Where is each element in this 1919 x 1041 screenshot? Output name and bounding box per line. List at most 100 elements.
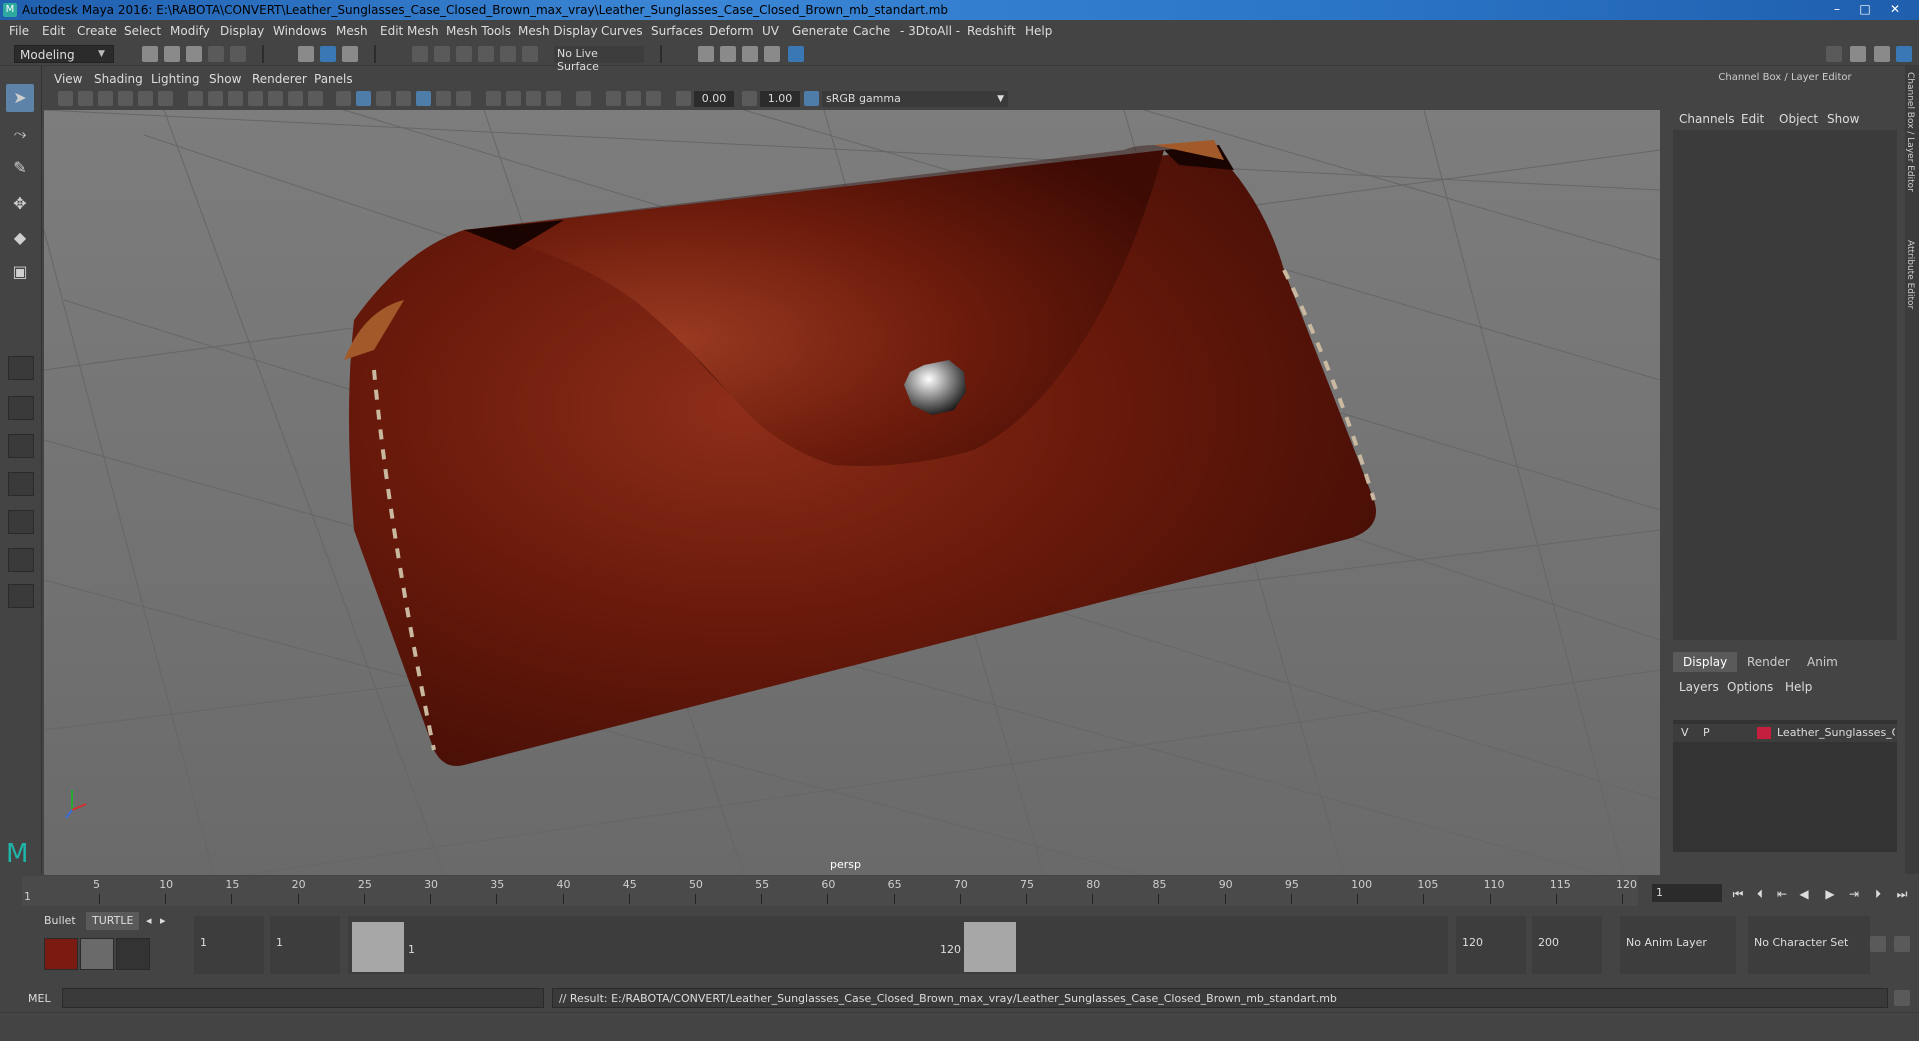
- ipr-render-icon[interactable]: [720, 46, 736, 62]
- shelf-tab-bullet[interactable]: Bullet: [38, 912, 82, 930]
- menu-uv[interactable]: UV: [762, 24, 779, 38]
- current-frame-field[interactable]: 1: [1652, 884, 1722, 902]
- redo-icon[interactable]: [230, 46, 246, 62]
- snap-curve-icon[interactable]: [434, 46, 450, 62]
- viewport-menu-renderer[interactable]: Renderer: [252, 72, 307, 86]
- render-frame-icon[interactable]: [698, 46, 714, 62]
- layer-color-swatch[interactable]: [1757, 727, 1771, 739]
- script-language-label[interactable]: MEL: [28, 992, 51, 1005]
- character-set-dropdown[interactable]: No Character Set: [1748, 916, 1870, 974]
- safe-action-icon[interactable]: [288, 91, 303, 106]
- tab-anim[interactable]: Anim: [1797, 652, 1848, 672]
- smooth-shade-icon[interactable]: [356, 91, 371, 106]
- rotate-tool-icon[interactable]: ◆: [6, 224, 34, 252]
- le-menu-layers[interactable]: Layers: [1679, 680, 1719, 694]
- menu-curves[interactable]: Curves: [601, 24, 643, 38]
- menu-cache[interactable]: Cache: [853, 24, 890, 38]
- select-tool-icon[interactable]: ➤: [6, 84, 34, 112]
- playback-start-field[interactable]: 1: [270, 916, 340, 974]
- snap-grid-icon[interactable]: [412, 46, 428, 62]
- viewport-menu-lighting[interactable]: Lighting: [151, 72, 200, 86]
- persp-outliner-layout-icon[interactable]: [8, 472, 34, 496]
- menu-generate[interactable]: Generate: [792, 24, 848, 38]
- range-start-handle[interactable]: [352, 922, 404, 972]
- channel-box-toggle-icon[interactable]: [1896, 46, 1912, 62]
- mel-input[interactable]: [62, 988, 544, 1008]
- step-forward-key-icon[interactable]: ⇥: [1846, 886, 1862, 902]
- turtle-bake-icon[interactable]: [80, 938, 114, 970]
- menu-display[interactable]: Display: [220, 24, 264, 38]
- play-backward-icon[interactable]: ◀: [1796, 886, 1812, 902]
- undo-icon[interactable]: [208, 46, 224, 62]
- safe-title-icon[interactable]: [308, 91, 323, 106]
- tab-display[interactable]: Display: [1673, 652, 1738, 672]
- grease-pencil-icon[interactable]: [158, 91, 173, 106]
- persp-graph-layout-icon[interactable]: [8, 510, 34, 534]
- layer-row[interactable]: V P Leather_Sunglasses_Case: [1673, 724, 1897, 742]
- step-forward-icon[interactable]: ⏵: [1870, 886, 1886, 902]
- menu-create[interactable]: Create: [77, 24, 117, 38]
- camera-icon[interactable]: [58, 91, 73, 106]
- viewport-menu-view[interactable]: View: [54, 72, 82, 86]
- snap-live-icon[interactable]: [522, 46, 538, 62]
- range-slider-track[interactable]: 1 120: [348, 916, 1448, 974]
- viewport-menu-panels[interactable]: Panels: [314, 72, 353, 86]
- viewport-menu-shading[interactable]: Shading: [94, 72, 143, 86]
- wireframe-icon[interactable]: [336, 91, 351, 106]
- menu-windows[interactable]: Windows: [273, 24, 327, 38]
- menu-redshift[interactable]: Redshift: [967, 24, 1016, 38]
- camera-attributes-icon[interactable]: [78, 91, 93, 106]
- single-view-layout-icon[interactable]: [8, 356, 34, 380]
- playback-end-field[interactable]: 120: [1456, 916, 1526, 974]
- outliner-icon[interactable]: [1874, 46, 1890, 62]
- side-tab-attribute-editor[interactable]: Attribute Editor: [1905, 240, 1915, 309]
- shelf-scroll-right-icon[interactable]: ▸: [154, 912, 172, 930]
- snap-view-icon[interactable]: [478, 46, 494, 62]
- toolbox-collapse-icon[interactable]: [8, 584, 34, 608]
- le-menu-options[interactable]: Options: [1727, 680, 1773, 694]
- side-tab-channel-box[interactable]: Channel Box / Layer Editor: [1905, 72, 1915, 192]
- gamma-field[interactable]: 1.00: [760, 91, 800, 107]
- tab-render[interactable]: Render: [1737, 652, 1800, 672]
- four-view-layout-icon[interactable]: [8, 396, 34, 420]
- cb-menu-show[interactable]: Show: [1827, 112, 1859, 126]
- perspective-viewport[interactable]: persp: [44, 110, 1660, 875]
- anti-aliasing-icon[interactable]: [646, 91, 661, 106]
- close-button[interactable]: ✕: [1882, 1, 1908, 18]
- viewport-menu-show[interactable]: Show: [209, 72, 241, 86]
- lasso-tool-icon[interactable]: ⤳: [6, 120, 34, 148]
- color-management-icon[interactable]: [804, 91, 819, 106]
- textured-icon[interactable]: [416, 91, 431, 106]
- go-to-end-icon[interactable]: ⏭: [1894, 886, 1910, 902]
- script-editor-icon[interactable]: [1894, 990, 1910, 1006]
- menu-modify[interactable]: Modify: [170, 24, 210, 38]
- menu-mesh[interactable]: Mesh: [336, 24, 368, 38]
- layer-visibility-toggle[interactable]: V: [1681, 726, 1689, 739]
- wireframe-on-shaded-icon[interactable]: [396, 91, 411, 106]
- grid-toggle-icon[interactable]: [188, 91, 203, 106]
- motion-blur-icon[interactable]: [626, 91, 641, 106]
- color-space-dropdown[interactable]: sRGB gamma ▼: [822, 91, 1008, 107]
- anim-prefs-icon[interactable]: [1894, 936, 1910, 952]
- le-menu-help[interactable]: Help: [1785, 680, 1812, 694]
- step-back-icon[interactable]: ⏴: [1752, 886, 1768, 902]
- menu-mesh-display[interactable]: Mesh Display: [518, 24, 598, 38]
- go-to-start-icon[interactable]: ⏮: [1730, 886, 1746, 902]
- menu-deform[interactable]: Deform: [709, 24, 754, 38]
- field-chart-icon[interactable]: [268, 91, 283, 106]
- layout-icon[interactable]: [1850, 46, 1866, 62]
- snap-point-icon[interactable]: [456, 46, 472, 62]
- isolate-select-icon[interactable]: [576, 91, 591, 106]
- snap-surface-icon[interactable]: [500, 46, 516, 62]
- anim-end-field[interactable]: 200: [1532, 916, 1602, 974]
- move-tool-icon[interactable]: ✥: [6, 190, 34, 218]
- select-component-icon[interactable]: [342, 46, 358, 62]
- bookmark-icon[interactable]: [98, 91, 113, 106]
- hypershade-icon[interactable]: [764, 46, 780, 62]
- step-back-key-icon[interactable]: ⇤: [1774, 886, 1790, 902]
- cb-menu-object[interactable]: Object: [1779, 112, 1818, 126]
- xray-joints-icon[interactable]: [506, 91, 521, 106]
- menu-3dtoall[interactable]: - 3DtoAll -: [900, 24, 960, 38]
- xray-icon[interactable]: [486, 91, 501, 106]
- range-end-handle[interactable]: [964, 922, 1016, 972]
